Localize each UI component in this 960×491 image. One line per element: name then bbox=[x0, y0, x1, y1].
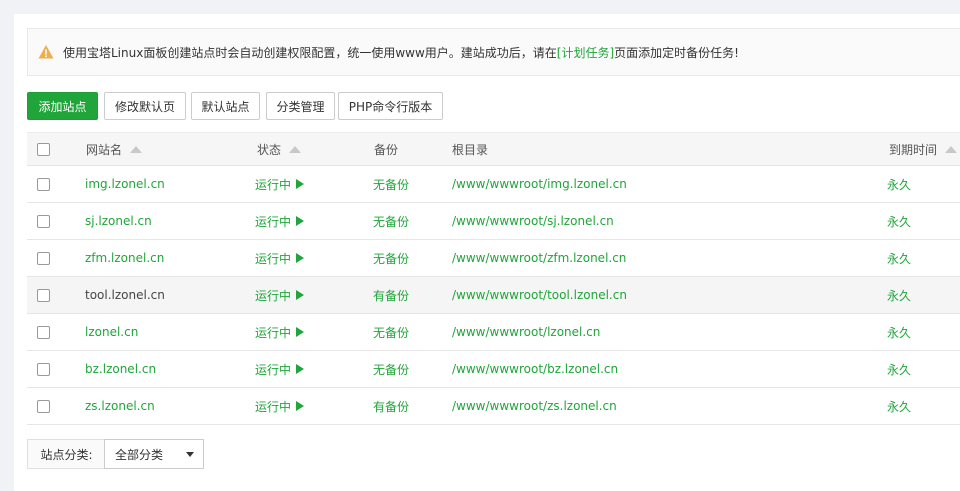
root-dir-link[interactable]: /www/wwwroot/bz.lzonel.cn bbox=[452, 351, 618, 387]
sort-up-icon[interactable] bbox=[945, 145, 958, 153]
status-toggle[interactable]: 运行中 bbox=[255, 240, 305, 276]
backup-link[interactable]: 无备份 bbox=[373, 314, 409, 350]
status-toggle[interactable]: 运行中 bbox=[255, 314, 305, 350]
row-checkbox[interactable] bbox=[37, 325, 50, 339]
root-dir-link[interactable]: /www/wwwroot/tool.lzonel.cn bbox=[452, 277, 627, 313]
site-table: 网站名 状态 备份 根目录 到期时间 img.lzonel.cn 运行中 无备份… bbox=[27, 132, 960, 425]
table-row: zs.lzonel.cn 运行中 有备份 /www/wwwroot/zs.lzo… bbox=[27, 388, 960, 425]
backup-link[interactable]: 无备份 bbox=[373, 203, 409, 239]
site-category-select[interactable]: 全部分类 bbox=[104, 439, 204, 469]
expire-link[interactable]: 永久 bbox=[887, 388, 911, 424]
expire-link[interactable]: 永久 bbox=[887, 203, 911, 239]
header-name-label: 网站名 bbox=[86, 142, 123, 157]
site-name-link[interactable]: img.lzonel.cn bbox=[85, 166, 165, 202]
header-status-label: 状态 bbox=[257, 142, 282, 157]
status-toggle[interactable]: 运行中 bbox=[255, 166, 305, 202]
row-checkbox[interactable] bbox=[37, 177, 50, 191]
status-text: 运行中 bbox=[255, 288, 292, 303]
play-icon bbox=[296, 290, 305, 300]
sort-up-icon[interactable] bbox=[130, 145, 143, 153]
header-name[interactable]: 网站名 bbox=[86, 133, 143, 165]
backup-link[interactable]: 无备份 bbox=[373, 240, 409, 276]
backup-link[interactable]: 有备份 bbox=[373, 277, 409, 313]
header-expire[interactable]: 到期时间 bbox=[889, 133, 958, 165]
site-category-value: 全部分类 bbox=[115, 447, 164, 462]
play-icon bbox=[296, 216, 305, 226]
table-row: sj.lzonel.cn 运行中 无备份 /www/wwwroot/sj.lzo… bbox=[27, 203, 960, 240]
header-root: 根目录 bbox=[452, 133, 488, 165]
header-status[interactable]: 状态 bbox=[257, 133, 302, 165]
notice-link-cron[interactable]: [计划任务] bbox=[557, 44, 614, 61]
status-toggle[interactable]: 运行中 bbox=[255, 388, 305, 424]
row-checkbox[interactable] bbox=[37, 214, 50, 228]
status-text: 运行中 bbox=[255, 214, 292, 229]
select-all-cell bbox=[37, 133, 50, 165]
site-name-link[interactable]: zs.lzonel.cn bbox=[85, 388, 155, 424]
site-name-link[interactable]: bz.lzonel.cn bbox=[85, 351, 156, 387]
status-toggle[interactable]: 运行中 bbox=[255, 277, 305, 313]
status-toggle[interactable]: 运行中 bbox=[255, 203, 305, 239]
status-text: 运行中 bbox=[255, 177, 292, 192]
status-text: 运行中 bbox=[255, 251, 292, 266]
notice-text-before: 使用宝塔Linux面板创建站点时会自动创建权限配置，统一使用www用户。建站成功… bbox=[63, 45, 557, 60]
row-checkbox[interactable] bbox=[37, 251, 50, 265]
backup-link[interactable]: 有备份 bbox=[373, 388, 409, 424]
root-dir-link[interactable]: /www/wwwroot/zs.lzonel.cn bbox=[452, 388, 617, 424]
table-row: img.lzonel.cn 运行中 无备份 /www/wwwroot/img.l… bbox=[27, 166, 960, 203]
notice-bar: 使用宝塔Linux面板创建站点时会自动创建权限配置，统一使用www用户。建站成功… bbox=[27, 28, 960, 76]
table-row: zfm.lzonel.cn 运行中 无备份 /www/wwwroot/zfm.l… bbox=[27, 240, 960, 277]
header-backup-label: 备份 bbox=[374, 142, 399, 157]
play-icon bbox=[296, 364, 305, 374]
site-category-label: 站点分类: bbox=[27, 439, 105, 469]
table-row: bz.lzonel.cn 运行中 无备份 /www/wwwroot/bz.lzo… bbox=[27, 351, 960, 388]
status-toggle[interactable]: 运行中 bbox=[255, 351, 305, 387]
row-checkbox[interactable] bbox=[37, 399, 50, 413]
main-panel: 使用宝塔Linux面板创建站点时会自动创建权限配置，统一使用www用户。建站成功… bbox=[14, 14, 960, 491]
expire-link[interactable]: 永久 bbox=[887, 314, 911, 350]
status-text: 运行中 bbox=[255, 399, 292, 414]
play-icon bbox=[296, 401, 305, 411]
backup-link[interactable]: 无备份 bbox=[373, 166, 409, 202]
status-text: 运行中 bbox=[255, 362, 292, 377]
site-name-link[interactable]: zfm.lzonel.cn bbox=[85, 240, 164, 276]
row-checkbox[interactable] bbox=[37, 362, 50, 376]
site-name-link[interactable]: lzonel.cn bbox=[85, 314, 138, 350]
root-dir-link[interactable]: /www/wwwroot/img.lzonel.cn bbox=[452, 166, 627, 202]
category-manage-button[interactable]: 分类管理 bbox=[266, 92, 335, 120]
expire-link[interactable]: 永久 bbox=[887, 166, 911, 202]
notice-text-after: 页面添加定时备份任务! bbox=[614, 45, 739, 60]
table-row: tool.lzonel.cn 运行中 有备份 /www/wwwroot/tool… bbox=[27, 277, 960, 314]
header-expire-label: 到期时间 bbox=[889, 142, 938, 157]
row-checkbox[interactable] bbox=[37, 288, 50, 302]
chevron-down-icon bbox=[186, 452, 194, 457]
expire-link[interactable]: 永久 bbox=[887, 351, 911, 387]
play-icon bbox=[296, 179, 305, 189]
root-dir-link[interactable]: /www/wwwroot/sj.lzonel.cn bbox=[452, 203, 614, 239]
table-header: 网站名 状态 备份 根目录 到期时间 bbox=[27, 132, 960, 166]
root-dir-link[interactable]: /www/wwwroot/lzonel.cn bbox=[452, 314, 600, 350]
play-icon bbox=[296, 327, 305, 337]
warning-icon bbox=[38, 45, 54, 59]
add-site-button[interactable]: 添加站点 bbox=[27, 92, 98, 120]
sort-up-icon[interactable] bbox=[289, 145, 302, 153]
expire-link[interactable]: 永久 bbox=[887, 277, 911, 313]
status-text: 运行中 bbox=[255, 325, 292, 340]
header-root-label: 根目录 bbox=[452, 142, 489, 157]
modify-default-page-button[interactable]: 修改默认页 bbox=[104, 92, 186, 120]
expire-link[interactable]: 永久 bbox=[887, 240, 911, 276]
php-cli-version-button[interactable]: PHP命令行版本 bbox=[338, 92, 443, 120]
site-name-link[interactable]: sj.lzonel.cn bbox=[85, 203, 152, 239]
select-all-checkbox[interactable] bbox=[37, 142, 50, 156]
site-name-link[interactable]: tool.lzonel.cn bbox=[85, 277, 165, 313]
root-dir-link[interactable]: /www/wwwroot/zfm.lzonel.cn bbox=[452, 240, 626, 276]
header-backup: 备份 bbox=[374, 133, 398, 165]
table-row: lzonel.cn 运行中 无备份 /www/wwwroot/lzonel.cn… bbox=[27, 314, 960, 351]
backup-link[interactable]: 无备份 bbox=[373, 351, 409, 387]
play-icon bbox=[296, 253, 305, 263]
default-site-button[interactable]: 默认站点 bbox=[191, 92, 260, 120]
